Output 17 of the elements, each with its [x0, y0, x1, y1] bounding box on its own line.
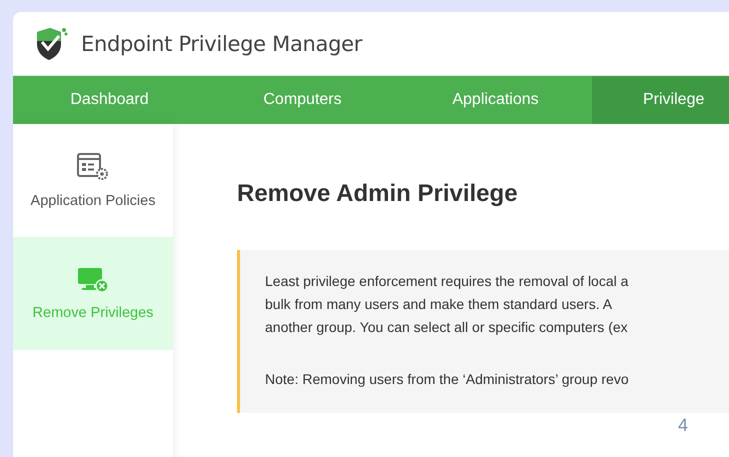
app-title: Endpoint Privilege Manager	[81, 32, 362, 56]
settings-window-icon	[77, 152, 109, 180]
nav-tab[interactable]: Dashboard	[13, 76, 206, 124]
sidebar-item-label: Remove Privileges	[32, 304, 154, 320]
info-text-line: bulk from many users and make them standard users. A	[265, 295, 614, 314]
nav-tab[interactable]: Applications	[399, 76, 592, 124]
sidebar-item-label: Application Policies	[30, 192, 156, 208]
note-text: Note: Removing users from the ‘Administrators’ group revo	[265, 370, 630, 389]
page-heading: Remove Admin Privilege	[237, 180, 519, 208]
monitor-remove-icon	[77, 266, 109, 292]
nav-tab[interactable]: Privilege	[592, 76, 729, 124]
nav-tab[interactable]: Computers	[206, 76, 399, 124]
info-text-line: Least privilege enforcement requires the removal of local a	[265, 272, 630, 291]
info-text-line: another group. You can select all or specific computers (ex	[265, 318, 629, 337]
sidebar-item[interactable]: Remove Privileges	[13, 237, 173, 350]
sidebar-item[interactable]: Application Policies	[13, 124, 173, 237]
page-number: 4	[678, 415, 690, 436]
